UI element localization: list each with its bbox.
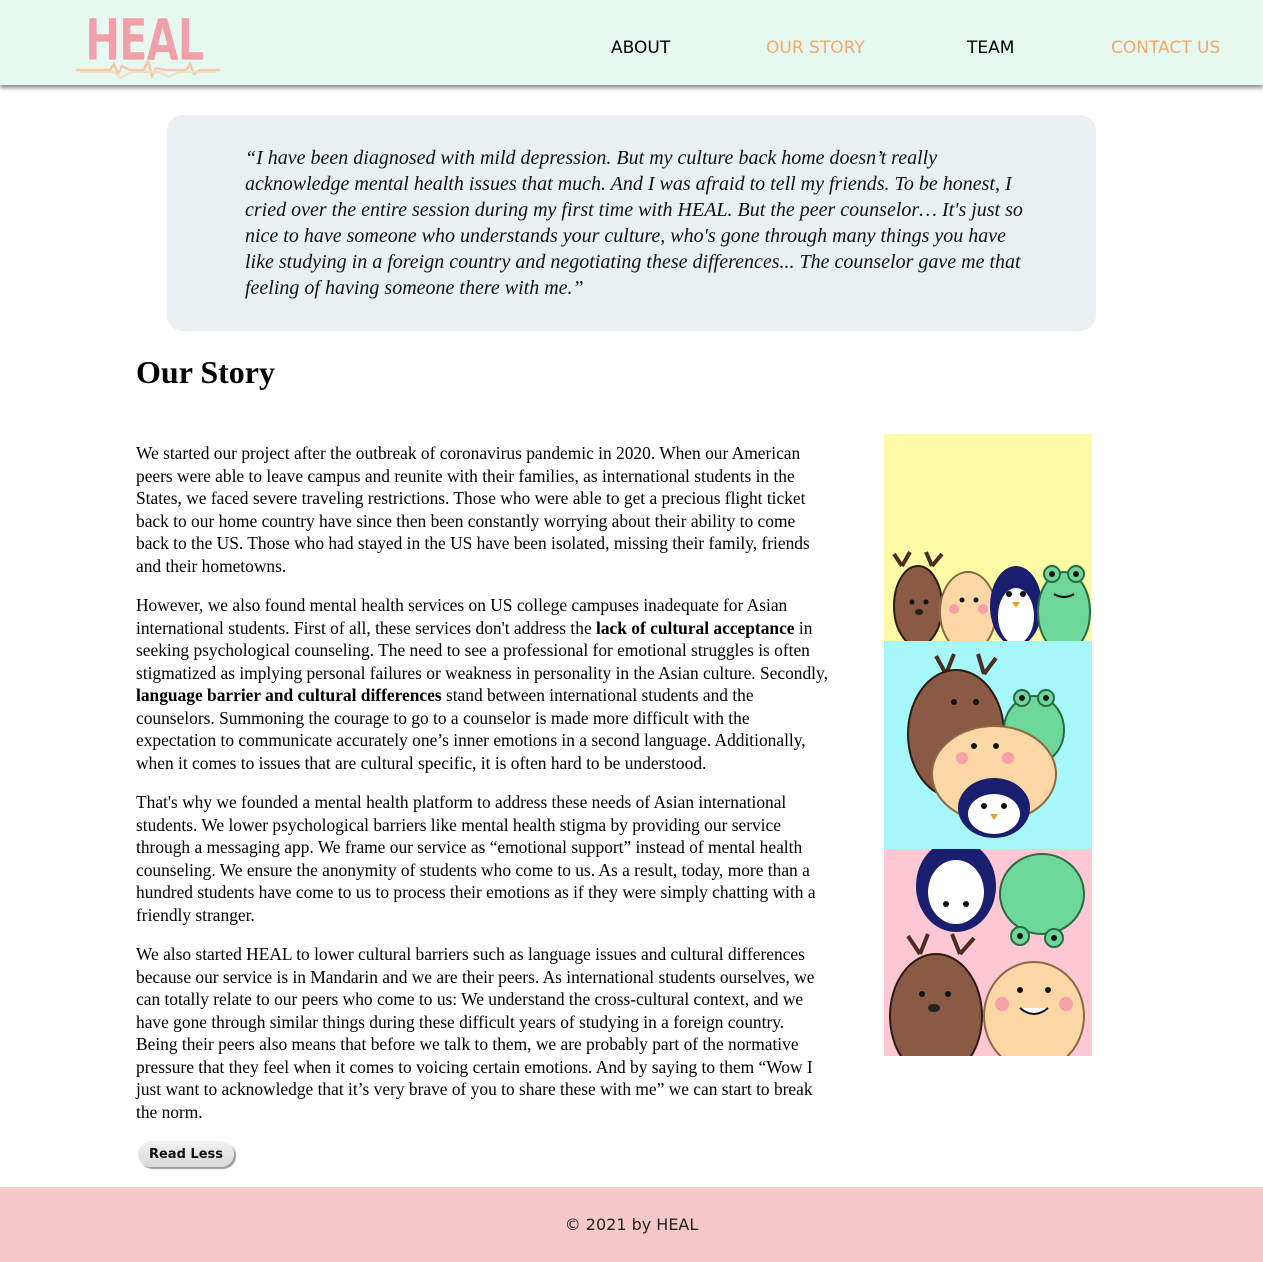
testimonial-quote-box: “I have been diagnosed with mild depress… — [167, 115, 1096, 331]
heal-logo[interactable]: HEAL HEAL — [70, 4, 224, 82]
copyright-text: © 2021 by HEAL — [564, 1215, 699, 1234]
nav-contact-us[interactable]: CONTACT US — [1111, 38, 1220, 58]
character-illustration — [884, 434, 1092, 1056]
site-footer: © 2021 by HEAL — [0, 1187, 1263, 1262]
nav-our-story[interactable]: OUR STORY — [766, 38, 865, 58]
hamster-icon — [939, 571, 997, 641]
nav-team[interactable]: TEAM — [967, 38, 1014, 58]
read-less-button[interactable]: Read Less — [138, 1141, 234, 1167]
logo-graphic: HEAL HEAL — [76, 6, 220, 80]
svg-text:HEAL: HEAL — [85, 6, 204, 74]
penguin-icon — [958, 778, 1030, 838]
page-title: Our Story — [136, 354, 275, 390]
testimonial-quote-text: “I have been diagnosed with mild depress… — [245, 147, 1023, 299]
nav-about[interactable]: ABOUT — [611, 38, 670, 58]
hamster-icon — [983, 961, 1085, 1056]
frog-icon — [1037, 565, 1091, 641]
penguin-icon — [990, 566, 1042, 641]
story-body: We started our project after the outbrea… — [136, 442, 828, 1140]
site-header: HEAL HEAL ABOUT OUR STORY TEAM CONTACT U… — [0, 0, 1263, 85]
character-artwork — [884, 434, 1092, 1056]
emphasis-language-barrier: language barrier and cultural difference… — [136, 685, 442, 705]
story-paragraph-4: We also started HEAL to lower cultural b… — [136, 944, 815, 1122]
emphasis-cultural-acceptance: lack of cultural acceptance — [596, 617, 795, 638]
penguin-icon — [916, 849, 996, 932]
story-paragraph-2: However, we also found mental health ser… — [136, 594, 828, 774]
story-paragraph-3: That's why we founded a mental health pl… — [136, 792, 816, 925]
story-paragraph-1: We started our project after the outbrea… — [136, 443, 810, 576]
